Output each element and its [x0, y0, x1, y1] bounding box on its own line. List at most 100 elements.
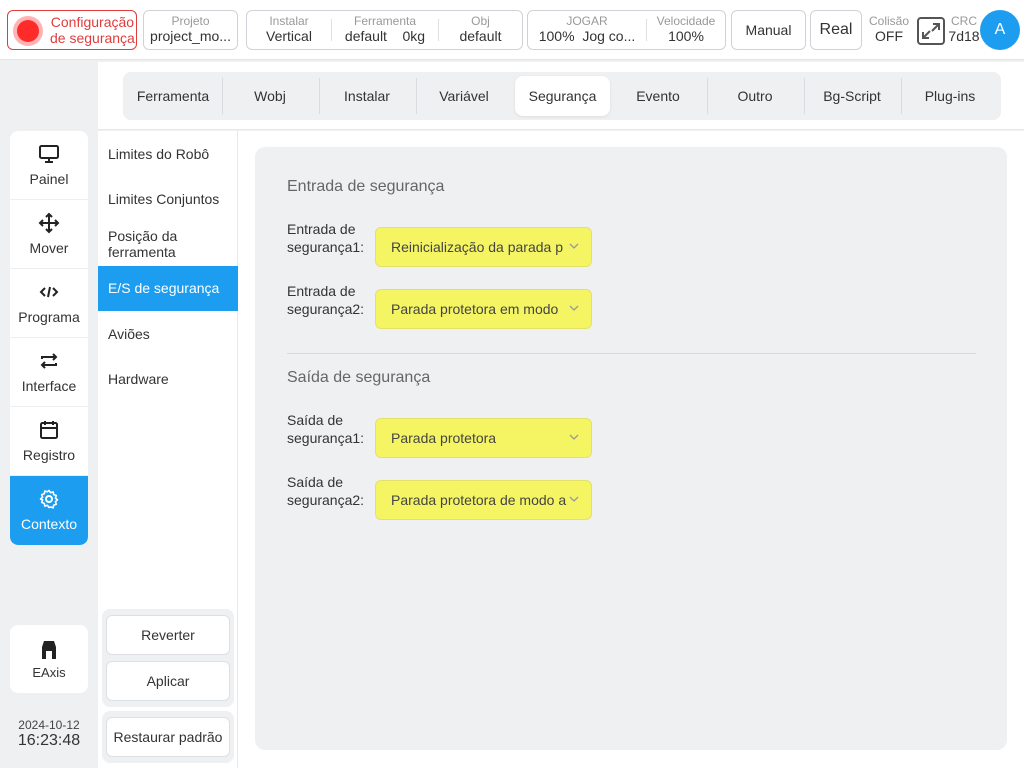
safety-config-line2: de segurança: [50, 30, 135, 46]
safety-input1-select[interactable]: Reinicialização da parada p: [375, 227, 592, 267]
nav-item-registro[interactable]: Registro: [10, 407, 88, 476]
crc-label: CRC: [951, 14, 977, 28]
subnav-label: E/S de segurança: [108, 280, 220, 296]
eaxis-button[interactable]: EAxis: [10, 625, 88, 693]
collision-status: Colisão OFF: [866, 14, 912, 44]
apply-button[interactable]: Aplicar: [106, 661, 230, 701]
tab-bg-script[interactable]: Bg-Script: [806, 76, 898, 116]
clock: 2024-10-12 16:23:48: [0, 718, 98, 750]
project-value: project_mo...: [150, 28, 231, 44]
nav-item-mover[interactable]: Mover: [10, 200, 88, 269]
safety-input2-label-line1: Entrada de: [287, 283, 356, 299]
section-divider: [287, 353, 976, 354]
tab-plug-ins[interactable]: Plug-ins: [903, 76, 997, 116]
tab-label: Ferramenta: [136, 88, 210, 104]
tab-wobj[interactable]: Wobj: [224, 76, 316, 116]
tab-evento[interactable]: Evento: [612, 76, 704, 116]
tool-name-value: default: [344, 28, 387, 44]
obj-label: Obj: [471, 14, 490, 28]
tab-outro[interactable]: Outro: [709, 76, 801, 116]
main-content: Entrada de segurança Entrada de seguranç…: [238, 131, 1024, 768]
install-label: Instalar: [269, 14, 309, 28]
subnav-item-joint-limits[interactable]: Limites Conjuntos: [98, 191, 238, 207]
code-icon: [39, 286, 59, 298]
user-avatar[interactable]: A: [980, 10, 1020, 50]
nav-item-label: Painel: [29, 171, 69, 187]
current-time: 16:23:48: [17, 732, 81, 749]
subnav-label: Aviões: [108, 326, 150, 342]
real-mode-button[interactable]: Real: [810, 10, 862, 50]
subnav-item-planes[interactable]: Aviões: [98, 326, 238, 342]
main-sidebar: Painel Mover Programa Interface Registro…: [10, 131, 88, 545]
jog-speed-panel[interactable]: JOGAR 100% Jog co... Velocidade 100%: [527, 10, 726, 50]
avatar-initial: A: [994, 21, 1006, 38]
safety-input2-label: Entrada de segurança2:: [287, 282, 364, 318]
safety-output2-select[interactable]: Parada protetora de modo a: [375, 480, 592, 520]
revert-apply-group: Reverter Aplicar: [102, 609, 234, 707]
tool-label: Ferramenta: [353, 14, 417, 28]
safety-output1-label: Saída de segurança1:: [287, 411, 364, 447]
current-date: 2024-10-12: [18, 718, 80, 732]
safety-config-button[interactable]: Configuração de segurança: [7, 10, 137, 50]
safety-output2-value: Parada protetora de modo a: [391, 492, 567, 508]
real-mode-label: Real: [819, 21, 853, 38]
chevron-down-icon: [569, 243, 579, 249]
chevron-down-icon: [569, 496, 579, 502]
nav-item-label: Programa: [18, 309, 80, 325]
gear-icon: [39, 489, 59, 509]
collision-value: OFF: [875, 28, 903, 44]
project-label: Projeto: [171, 14, 210, 28]
safety-input1-label-line1: Entrada de: [287, 221, 356, 237]
external-axis-icon: [42, 641, 56, 659]
safety-input1-label-line2: segurança1:: [287, 239, 365, 255]
tab-label: Outro: [737, 88, 773, 104]
safety-input2-select[interactable]: Parada protetora em modo: [375, 289, 592, 329]
tool-weight-value: 0kg: [402, 28, 426, 44]
nav-item-label: Mover: [29, 240, 69, 256]
project-selector[interactable]: Projeto project_mo...: [143, 10, 238, 50]
restore-default-button[interactable]: Restaurar padrão: [106, 717, 230, 757]
jog-mode-value: Jog co...: [582, 28, 636, 44]
safety-input2-label-line2: segurança2:: [287, 301, 365, 317]
nav-item-label: Registro: [22, 447, 76, 463]
obj-value: default: [459, 28, 502, 44]
safety-output1-select[interactable]: Parada protetora: [375, 418, 592, 458]
top-status-bar: Configuração de segurança Projeto projec…: [0, 0, 1024, 60]
alarm-indicator-icon: [17, 20, 39, 42]
subnav-item-safety-io[interactable]: E/S de segurança: [98, 266, 238, 311]
safety-output2-label-line2: segurança2:: [287, 492, 365, 508]
tab-variavel[interactable]: Variável: [418, 76, 510, 116]
jog-percent-value: 100%: [538, 28, 575, 44]
safety-io-panel: Entrada de segurança Entrada de seguranç…: [255, 147, 1007, 750]
tab-label: Evento: [636, 88, 680, 104]
tab-instalar[interactable]: Instalar: [321, 76, 413, 116]
monitor-icon: [39, 145, 59, 163]
nav-item-programa[interactable]: Programa: [10, 269, 88, 338]
subnav-label: Limites do Robô: [108, 146, 210, 162]
safety-input2-value: Parada protetora em modo: [391, 301, 559, 317]
safety-output2-label: Saída de segurança2:: [287, 473, 364, 509]
tab-label: Wobj: [254, 88, 286, 104]
apply-label: Aplicar: [146, 673, 190, 689]
nav-item-contexto[interactable]: Contexto: [10, 476, 88, 545]
revert-button[interactable]: Reverter: [106, 615, 230, 655]
subnav-label: Posição da ferramenta: [108, 228, 178, 260]
subnav-item-hardware[interactable]: Hardware: [98, 371, 238, 387]
safety-input-section-title: Entrada de segurança: [287, 178, 445, 195]
safety-output1-label-line1: Saída de: [287, 412, 344, 428]
fullscreen-icon[interactable]: [916, 16, 946, 46]
tab-seguranca[interactable]: Segurança: [515, 76, 610, 116]
nav-item-interface[interactable]: Interface: [10, 338, 88, 407]
safety-output1-value: Parada protetora: [391, 430, 497, 446]
install-tool-obj-panel[interactable]: Instalar Vertical Ferramenta default 0kg…: [246, 10, 523, 50]
manual-mode-button[interactable]: Manual: [731, 10, 806, 50]
tab-label: Instalar: [344, 88, 390, 104]
safety-config-label: Configuração de segurança: [50, 14, 135, 46]
tab-ferramenta[interactable]: Ferramenta: [127, 76, 219, 116]
nav-item-label: Interface: [21, 378, 77, 394]
subnav-item-tool-position[interactable]: Posição da ferramenta: [98, 228, 218, 260]
subnav-label: Hardware: [108, 371, 169, 387]
nav-item-painel[interactable]: Painel: [10, 131, 88, 200]
safety-output-section-title: Saída de segurança: [287, 369, 431, 386]
subnav-item-robot-limits[interactable]: Limites do Robô: [98, 146, 238, 162]
